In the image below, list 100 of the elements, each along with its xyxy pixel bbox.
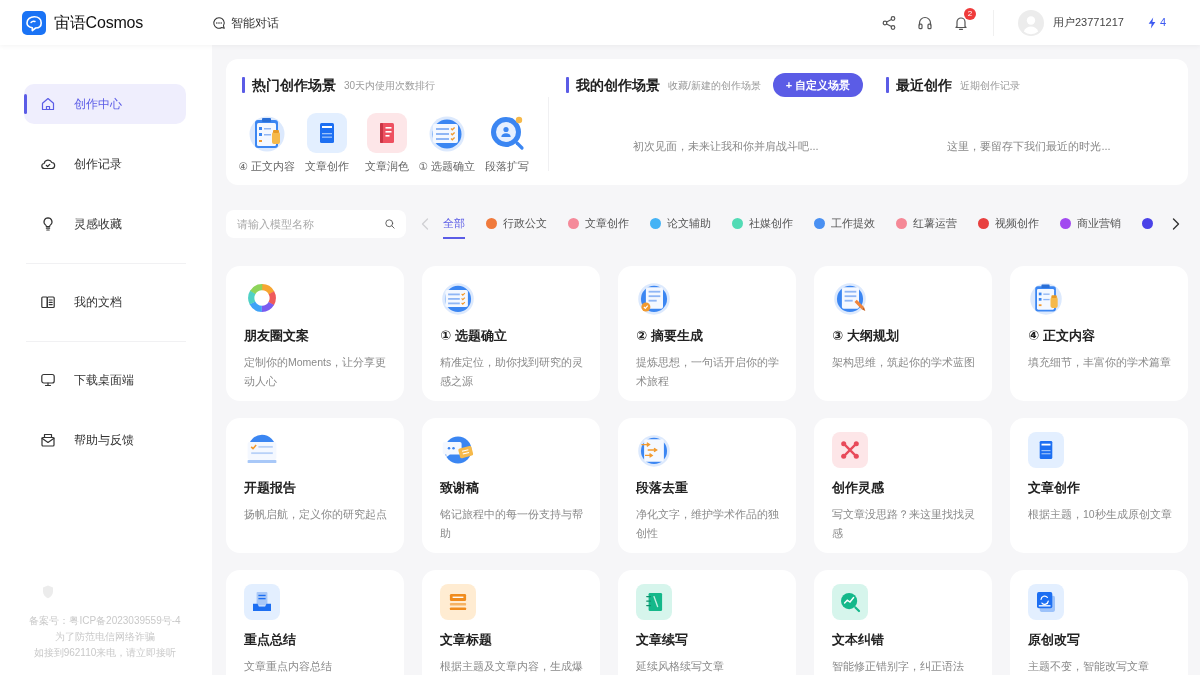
template-card[interactable]: 致谢稿 铭记旅程中的每一份支持与帮助 [422,418,600,553]
section-subtitle: 收藏/新建的创作场景 [668,78,761,93]
bell-icon[interactable] [952,14,969,31]
points-count: 4 [1159,15,1166,31]
category-tab[interactable]: 全部 [443,209,465,239]
card-title: 开题报告 [244,480,297,496]
sidebar-item[interactable]: 灵感收藏 [24,204,186,244]
card-description: 铭记旅程中的每一份支持与帮助 [440,507,584,541]
document-arrows-icon [636,432,672,468]
chevron-right-icon[interactable] [1172,218,1180,230]
envelope-icon [40,432,56,448]
template-card[interactable]: 开题报告 扬帆启航，定义你的研究起点 [226,418,404,553]
section-title: 热门创作场景 [252,75,336,95]
document-pencil-icon [832,280,868,316]
template-card[interactable]: 文本纠错 智能修正错别字，纠正语法 [814,570,992,675]
section-subtitle: 近期创作记录 [960,78,1020,93]
card-description: 精准定位，助你找到研究的灵感之源 [440,355,584,389]
search-field[interactable]: 请输入模型名称 [226,210,406,238]
card-title: 文章标题 [440,632,493,648]
selected-indicator [24,94,27,114]
template-card[interactable]: 段落去重 净化文字，维护学术作品的独创性 [618,418,796,553]
sidebar-item[interactable]: 下载桌面端 [24,360,186,400]
scene-shortcut[interactable]: 段落扩写 [477,113,537,175]
headset-icon[interactable] [916,14,933,31]
card-title: ② 摘要生成 [636,328,704,344]
template-card[interactable]: 原创改写 主题不变，智能改写文章 [1010,570,1188,675]
template-card[interactable]: 重点总结 文章重点内容总结 [226,570,404,675]
category-tab[interactable]: 商业营销 [1060,209,1121,239]
lightning-icon [1147,16,1156,29]
logo-icon[interactable] [22,10,46,35]
card-description: 提炼思想，一句话开启你的学术旅程 [636,355,780,389]
home-icon [40,96,56,112]
category-tab[interactable]: 文章创作 [568,209,629,239]
section-title: 最近创作 [896,75,952,95]
section-marker [886,77,889,93]
section-marker [566,77,569,93]
card-description: 定制你的Moments，让分享更动人心 [244,355,388,389]
notification-badge: 2 [963,7,976,20]
template-card[interactable]: 朋友圈文案 定制你的Moments，让分享更动人心 [226,266,404,401]
notebook-icon [636,584,672,620]
book-icon [367,113,407,153]
crossed-nodes-icon [832,432,868,468]
template-card[interactable]: 创作灵感 写文章没思路？来这里找找灵感 [814,418,992,553]
sidebar-item[interactable]: 我的文档 [24,282,186,322]
username-text: 用户23771217 [1052,15,1124,31]
card-description: 文章重点内容总结 [244,659,333,674]
card-title: 致谢稿 [440,480,480,496]
card-description: 扬帆启航，定义你的研究起点 [244,507,388,522]
template-card[interactable]: ② 摘要生成 提炼思想，一句话开启你的学术旅程 [618,266,796,401]
category-tab[interactable]: 红薯运营 [896,209,957,239]
card-description: 根据主题，10秒生成原创文章 [1028,507,1173,522]
search-icon[interactable] [384,218,396,230]
empty-state-text: 初次见面，未来让我和你并肩战斗吧... [632,139,820,154]
card-description: 根据主题及文章内容，生成爆 [440,659,584,674]
sidebar-item[interactable]: 创作记录 [24,144,186,184]
category-tab[interactable]: 论文辅助 [650,209,711,239]
card-title: 原创改写 [1028,632,1081,648]
scene-shortcut[interactable]: 文章创作 [297,113,357,175]
chat-nav-link[interactable]: 智能对话 [212,13,279,32]
scene-label: ① 选题确立 [418,159,476,174]
template-card[interactable]: ③ 大纲规划 架构思维，筑起你的学术蓝图 [814,266,992,401]
scene-label: 段落扩写 [485,159,529,174]
lightbulb-icon [40,216,56,232]
section-marker [242,77,245,93]
template-card[interactable]: 文章标题 根据主题及文章内容，生成爆 [422,570,600,675]
category-tab[interactable]: 社媒创作 [732,209,793,239]
template-card[interactable]: 文章创作 根据主题，10秒生成原创文章 [1010,418,1188,553]
app-name: 宙语Cosmos [54,12,144,33]
cloud-check-icon [40,156,56,172]
section-subtitle: 30天内使用次数排行 [344,78,436,93]
scene-label: 文章创作 [305,159,349,174]
custom-scene-button[interactable]: + 自定义场景 [772,73,864,97]
template-card[interactable]: 文章续写 延续风格续写文章 [618,570,796,675]
refresh-document-icon [1028,584,1064,620]
card-description: 智能修正错别字，纠正语法 [832,659,965,674]
template-card[interactable]: ① 选题确立 精准定位，助你找到研究的灵感之源 [422,266,600,401]
monitor-icon [40,372,56,388]
card-description: 填充细节，丰富你的学术篇章 [1028,355,1172,370]
scene-shortcut[interactable]: ④ 正文内容 [237,113,297,175]
category-tab[interactable]: 行政公文 [486,209,547,239]
card-description: 净化文字，维护学术作品的独创性 [636,507,780,541]
clipboard-icon [1028,280,1064,316]
empty-state-text: 这里，要留存下我们最近的时光... [946,139,1112,154]
card-description: 主题不变，智能改写文章 [1028,659,1150,674]
category-tab[interactable]: 工作提效 [814,209,875,239]
card-title: 创作灵感 [832,480,885,496]
template-card[interactable]: ④ 正文内容 填充细节，丰富你的学术篇章 [1010,266,1188,401]
share-icon[interactable] [880,14,897,31]
card-title: ④ 正文内容 [1028,328,1096,344]
chat-bubble-icon [212,15,226,30]
scene-shortcut[interactable]: ① 选题确立 [417,113,477,175]
scene-shortcut[interactable]: 文章润色 [357,113,417,175]
card-title: 朋友圈文案 [244,328,310,344]
card-description: 写文章没思路？来这里找找灵感 [832,507,976,541]
sidebar-item[interactable]: 帮助与反馈 [24,420,186,460]
book-icon [307,113,347,153]
sidebar-item[interactable]: 创作中心 [24,84,186,124]
category-tab[interactable]: 视频创作 [978,209,1039,239]
documents-icon [40,294,56,310]
card-title: ③ 大纲规划 [832,328,900,344]
